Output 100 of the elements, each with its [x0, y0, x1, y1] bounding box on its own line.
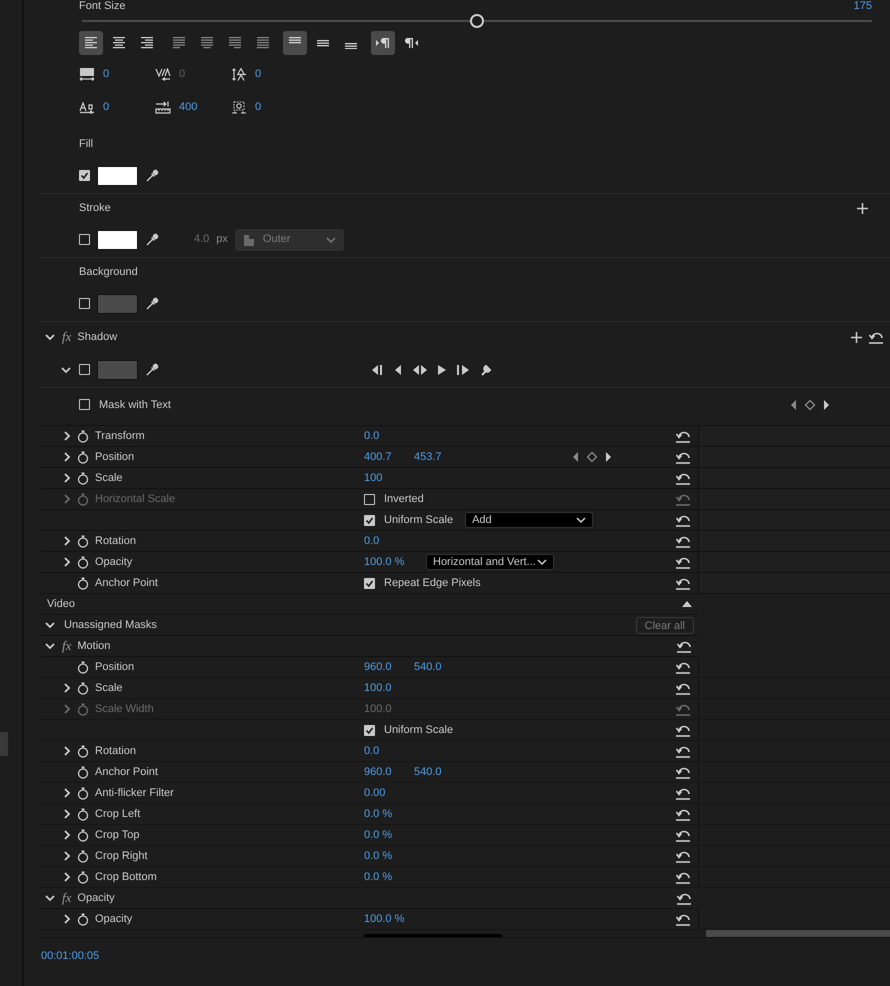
reset-icon[interactable] [675, 450, 691, 464]
timeline-scrollbar[interactable] [706, 930, 890, 937]
reset-icon[interactable] [675, 556, 691, 568]
checkbox[interactable] [79, 234, 90, 245]
property-value[interactable]: 100 [364, 470, 414, 486]
collapse-arrow-icon[interactable] [682, 601, 692, 607]
checkbox[interactable] [79, 364, 90, 375]
stopwatch-icon[interactable] [77, 786, 89, 800]
color-swatch[interactable] [97, 360, 138, 380]
timecode[interactable]: 00:01:00:05 [41, 948, 100, 965]
property-value[interactable]: 540.0 [414, 658, 464, 676]
stopwatch-icon[interactable] [77, 430, 89, 442]
stroke-width-value[interactable]: 4.0 [194, 231, 210, 248]
stopwatch-icon[interactable] [77, 450, 89, 464]
property-value[interactable]: 0.0 [364, 428, 414, 444]
keyframe-navigator-icon[interactable] [572, 451, 612, 463]
metric-value[interactable]: 0 [103, 99, 110, 116]
dropdown[interactable]: Horizontal and Vert... [426, 554, 554, 570]
metric-value[interactable]: 0 [255, 66, 262, 83]
plus-icon[interactable] [851, 332, 862, 342]
stopwatch-icon[interactable] [77, 744, 89, 758]
reset-icon[interactable] [675, 472, 691, 484]
property-value[interactable]: 400.7 [364, 448, 414, 466]
go-to-next-icon[interactable] [457, 364, 470, 374]
reset-icon[interactable] [675, 808, 691, 820]
dropdown[interactable]: Add [465, 512, 594, 528]
align-button[interactable] [371, 31, 395, 55]
metric-value[interactable]: 0 [103, 66, 110, 83]
reset-icon[interactable] [675, 850, 691, 862]
fx-badge[interactable]: fx [62, 327, 72, 347]
align-button[interactable] [79, 31, 103, 55]
checkbox[interactable] [364, 514, 375, 526]
stopwatch-icon[interactable] [77, 766, 89, 778]
property-value[interactable]: 0.0 [364, 532, 414, 550]
property-value[interactable]: 960.0 [364, 658, 414, 676]
property-value[interactable]: 0.0 % [364, 848, 414, 864]
stopwatch-icon[interactable] [77, 912, 89, 926]
reset-icon[interactable] [675, 828, 691, 842]
property-value[interactable]: 540.0 [414, 764, 464, 780]
clear-all-button[interactable]: Clear all [636, 616, 694, 634]
reset-icon[interactable] [675, 660, 691, 674]
property-value[interactable]: 100.0 % [364, 910, 414, 928]
reset-icon[interactable] [675, 724, 691, 736]
checkbox[interactable] [79, 170, 90, 181]
stopwatch-icon[interactable] [77, 828, 89, 842]
property-value[interactable]: 0.0 [364, 742, 414, 760]
checkbox[interactable] [364, 578, 375, 588]
stopwatch-icon[interactable] [77, 660, 89, 674]
slider-track[interactable] [82, 14, 872, 28]
stopwatch-icon[interactable] [77, 808, 89, 820]
keyframe-navigator-icon[interactable] [790, 399, 830, 411]
stopwatch-icon[interactable] [77, 682, 89, 694]
stopwatch-icon[interactable] [77, 534, 89, 548]
font-size-value[interactable]: 175 [854, 0, 872, 12]
stopwatch-icon[interactable] [77, 850, 89, 862]
color-swatch[interactable] [97, 294, 138, 314]
reset-icon[interactable] [676, 640, 692, 652]
reset-icon[interactable] [675, 576, 691, 590]
checkbox[interactable] [79, 399, 90, 410]
checkbox[interactable] [364, 724, 375, 736]
property-value[interactable]: 0.0 % [364, 806, 414, 822]
color-swatch[interactable] [97, 230, 138, 250]
stopwatch-icon[interactable] [77, 870, 89, 884]
reset-icon[interactable] [675, 514, 691, 526]
fx-badge[interactable]: fx [62, 888, 72, 908]
reset-icon[interactable] [675, 766, 691, 778]
metric-value[interactable]: 400 [179, 99, 198, 116]
step-back-icon[interactable] [393, 364, 403, 374]
property-value[interactable]: 0.00 [364, 784, 414, 802]
property-value[interactable]: 453.7 [414, 448, 464, 466]
stopwatch-icon[interactable] [77, 556, 89, 568]
property-value[interactable]: 0.0 % [364, 826, 414, 844]
reset-icon[interactable] [676, 892, 692, 904]
align-button[interactable] [283, 31, 307, 55]
reset-icon[interactable] [675, 786, 691, 800]
stroke-position-dropdown[interactable]: Outer [234, 228, 344, 250]
stopwatch-icon[interactable] [77, 472, 89, 484]
property-label: Scale [95, 470, 124, 486]
reset-icon[interactable] [675, 912, 691, 926]
stopwatch-icon[interactable] [77, 576, 89, 590]
reset-icon[interactable] [868, 330, 884, 344]
checkbox[interactable] [79, 298, 90, 309]
go-to-previous-icon[interactable] [371, 364, 383, 374]
fx-badge[interactable]: fx [62, 636, 72, 656]
slider-thumb[interactable] [470, 14, 484, 28]
play-around-icon[interactable] [413, 364, 427, 374]
reset-icon[interactable] [675, 744, 691, 758]
reset-icon[interactable] [675, 870, 691, 884]
reset-icon[interactable] [675, 682, 691, 694]
property-value[interactable]: 960.0 [364, 764, 414, 780]
property-value[interactable]: 100.0 [364, 680, 414, 696]
reset-icon[interactable] [675, 534, 691, 548]
plus-icon[interactable] [857, 202, 868, 214]
property-value[interactable]: 100.0 % [364, 554, 414, 570]
effect-name: Motion [77, 638, 112, 654]
property-value[interactable]: 0.0 % [364, 868, 414, 886]
reset-icon[interactable] [675, 430, 691, 442]
play-icon[interactable] [437, 364, 447, 374]
metric-value[interactable]: 0 [255, 99, 262, 116]
color-swatch[interactable] [97, 166, 138, 186]
